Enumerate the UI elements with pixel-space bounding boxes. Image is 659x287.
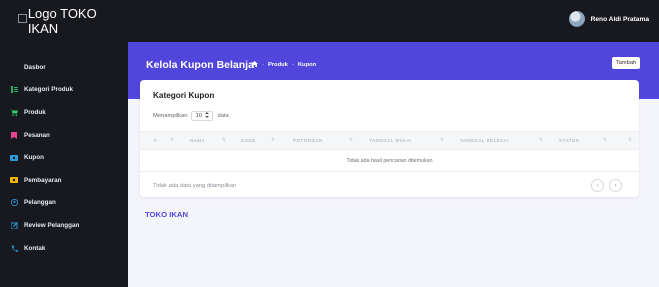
sort-icon[interactable]: ⇅	[349, 137, 353, 143]
sort-icon[interactable]: ⇅	[440, 137, 444, 143]
phone-icon	[10, 245, 18, 252]
ticket-icon	[10, 154, 18, 161]
sort-icon[interactable]: ⇅	[628, 137, 632, 143]
show-suffix-label: data	[217, 113, 229, 119]
app-root: Logo TOKO IKAN Dasbor Kategori Produk Pr…	[0, 0, 659, 287]
page-length-control: Menampilkan 10 data	[153, 111, 229, 121]
updown-arrows-icon	[205, 112, 210, 120]
sidebar-item-kontak[interactable]: Kontak	[0, 237, 128, 260]
avatar	[568, 11, 585, 27]
column-header[interactable]: KODE	[241, 138, 256, 143]
sidebar-item-pelanggan[interactable]: Pelanggan	[0, 192, 128, 215]
sidebar: Logo TOKO IKAN Dasbor Kategori Produk Pr…	[0, 0, 128, 287]
sidebar-menu: Dasbor Kategori Produk Produk Pesanan Ku…	[0, 56, 128, 259]
sidebar-item-label: Kategori Produk	[24, 86, 73, 94]
sidebar-item-label: Pesanan	[24, 131, 50, 139]
page-length-value: 10	[195, 113, 202, 119]
column-header[interactable]: #	[154, 138, 157, 143]
table-header: # ⇅ NAMA ⇅ KODE ⇅ POTONGAN ⇅ TANGGAL MUL…	[140, 131, 639, 150]
top-bar: Reno Aldi Pratama	[128, 0, 659, 42]
sidebar-item-label: Dasbor	[24, 63, 46, 71]
sort-icon[interactable]: ⇅	[271, 137, 275, 143]
home-icon[interactable]	[251, 61, 258, 69]
add-button[interactable]: Tambah	[612, 57, 640, 69]
breadcrumb-separator-icon: -	[262, 62, 264, 68]
next-page-button[interactable]: ›	[609, 179, 622, 192]
sidebar-item-dasbor[interactable]: Dasbor	[0, 56, 128, 79]
sidebar-item-label: Review Pelanggan	[24, 221, 80, 229]
sort-icon[interactable]: ⇅	[539, 137, 543, 143]
sidebar-item-pesanan[interactable]: Pesanan	[0, 124, 128, 147]
blank-icon	[10, 64, 18, 71]
coupon-table-card: Kategori Kupon Menampilkan 10 data # ⇅ N…	[140, 80, 639, 197]
sidebar-item-produk[interactable]: Produk	[0, 101, 128, 124]
column-header[interactable]: TANGGAL SELESAI	[460, 138, 509, 143]
show-prefix-label: Menampilkan	[153, 113, 188, 119]
column-header[interactable]: POTONGAN	[293, 138, 323, 143]
sidebar-item-label: Pembayaran	[24, 176, 62, 184]
card-title: Kategori Kupon	[153, 91, 215, 100]
edit-icon	[10, 222, 18, 229]
list-icon	[10, 86, 18, 94]
empty-table-row: Tidak ada hasil pencarian ditemukan	[140, 150, 639, 172]
sort-icon[interactable]: ⇅	[603, 137, 607, 143]
sidebar-item-kategori-produk[interactable]: Kategori Produk	[0, 79, 128, 102]
user-icon	[10, 199, 18, 207]
page-length-select[interactable]: 10	[191, 111, 214, 121]
breadcrumb-kupon: Kupon	[297, 62, 317, 68]
user-menu[interactable]: Reno Aldi Pratama	[568, 11, 649, 27]
cart-icon	[10, 109, 18, 116]
logo-alt-text: Logo TOKO IKAN	[27, 6, 97, 36]
prev-page-button[interactable]: ‹	[591, 179, 604, 192]
sidebar-item-label: Kupon	[24, 154, 44, 162]
breadcrumb-produk[interactable]: Produk	[268, 62, 288, 68]
breadcrumb: - Produk - Kupon	[251, 61, 316, 69]
footer-brand: TOKO IKAN	[145, 210, 188, 219]
sidebar-item-pembayaran[interactable]: Pembayaran	[0, 169, 128, 192]
wallet-icon	[10, 177, 18, 184]
sidebar-item-label: Kontak	[24, 244, 46, 252]
sidebar-item-label: Pelanggan	[24, 199, 56, 207]
column-header[interactable]: TANGGAL MULAI	[369, 138, 412, 143]
table-info: Tidak ada data yang ditampilkan	[153, 183, 237, 189]
column-header[interactable]: NAMA	[190, 138, 205, 143]
sort-icon[interactable]: ⇅	[170, 137, 174, 143]
breadcrumb-separator-icon: -	[291, 62, 294, 68]
bookmark-icon	[10, 131, 18, 139]
column-header[interactable]: STATUS	[559, 138, 579, 143]
user-name: Reno Aldi Pratama	[590, 15, 649, 23]
sidebar-item-kupon[interactable]: Kupon	[0, 146, 128, 169]
sidebar-item-label: Produk	[24, 108, 46, 116]
sidebar-item-review-pelanggan[interactable]: Review Pelanggan	[0, 214, 128, 237]
sort-icon[interactable]: ⇅	[222, 137, 226, 143]
page-title: Kelola Kupon Belanja	[146, 59, 254, 71]
broken-image-icon	[18, 13, 27, 23]
brand-logo[interactable]: Logo TOKO IKAN	[0, 0, 128, 42]
